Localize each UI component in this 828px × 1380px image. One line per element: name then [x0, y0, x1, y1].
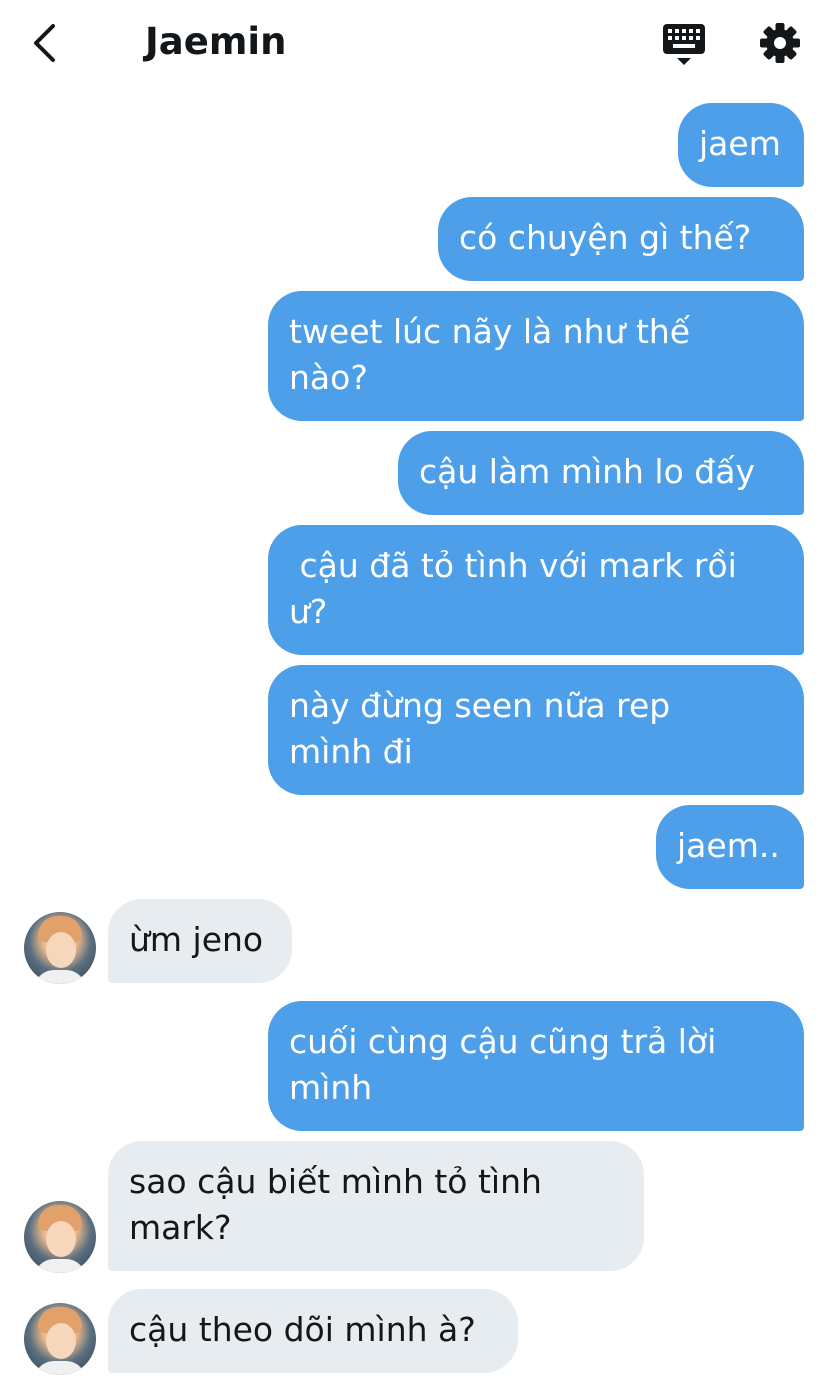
- contact-avatar[interactable]: [24, 912, 96, 984]
- received-message[interactable]: sao cậu biết mình tỏ tình mark?: [108, 1141, 644, 1271]
- contact-avatar[interactable]: [24, 1201, 96, 1273]
- avatar-face: [46, 1221, 76, 1257]
- sent-message[interactable]: cậu đã tỏ tình với mark rồi ư?: [268, 525, 804, 655]
- keyboard-button[interactable]: [660, 22, 708, 68]
- chevron-left-icon: [34, 24, 55, 62]
- chat-header: Jaemin: [0, 0, 828, 88]
- gear-icon: [760, 23, 800, 63]
- avatar-face: [46, 1323, 76, 1359]
- sent-message[interactable]: jaem..: [656, 805, 804, 889]
- avatar-shirt: [34, 1259, 86, 1273]
- keyboard-icon: [663, 24, 705, 65]
- received-message[interactable]: cậu theo dõi mình à?: [108, 1289, 518, 1373]
- back-button[interactable]: [26, 20, 66, 66]
- contact-avatar[interactable]: [24, 1303, 96, 1375]
- avatar-shirt: [34, 1361, 86, 1375]
- received-message[interactable]: ừm jeno: [108, 899, 292, 983]
- chat-title: Jaemin: [145, 20, 287, 63]
- settings-button[interactable]: [757, 20, 803, 66]
- sent-message[interactable]: cuối cùng cậu cũng trả lời mình: [268, 1001, 804, 1131]
- sent-message[interactable]: có chuyện gì thế?: [438, 197, 804, 281]
- sent-message[interactable]: này đừng seen nữa rep mình đi: [268, 665, 804, 795]
- sent-message[interactable]: tweet lúc nãy là như thế nào?: [268, 291, 804, 421]
- sent-message[interactable]: cậu làm mình lo đấy: [398, 431, 804, 515]
- sent-message[interactable]: jaem: [678, 103, 804, 187]
- avatar-face: [46, 932, 76, 968]
- avatar-shirt: [34, 970, 86, 984]
